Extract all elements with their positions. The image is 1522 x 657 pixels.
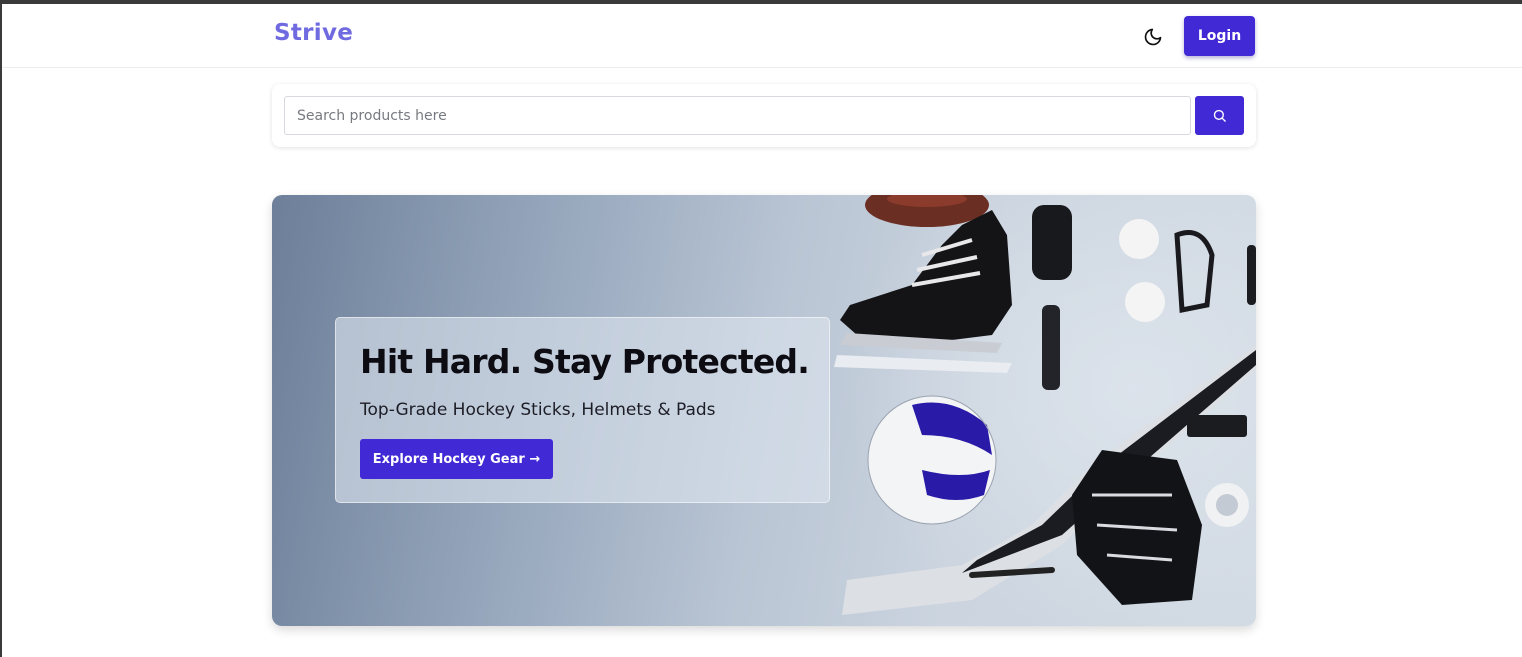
search-icon bbox=[1213, 109, 1226, 122]
hero-title: Hit Hard. Stay Protected. bbox=[360, 342, 810, 381]
explore-hockey-gear-button[interactable]: Explore Hockey Gear → bbox=[360, 439, 553, 479]
top-navbar: Strive Login bbox=[2, 4, 1522, 68]
search-bar bbox=[272, 84, 1256, 147]
theme-toggle-button[interactable] bbox=[1140, 24, 1166, 50]
moon-icon bbox=[1144, 28, 1162, 46]
hero-subtitle: Top-Grade Hockey Sticks, Helmets & Pads bbox=[360, 400, 716, 420]
login-button[interactable]: Login bbox=[1184, 16, 1255, 56]
hero-text-card: Hit Hard. Stay Protected. Top-Grade Hock… bbox=[335, 317, 830, 503]
search-button[interactable] bbox=[1195, 96, 1244, 135]
search-input[interactable] bbox=[284, 96, 1191, 135]
brand-logo[interactable]: Strive bbox=[274, 20, 353, 46]
hero-banner: Hit Hard. Stay Protected. Top-Grade Hock… bbox=[272, 195, 1256, 626]
